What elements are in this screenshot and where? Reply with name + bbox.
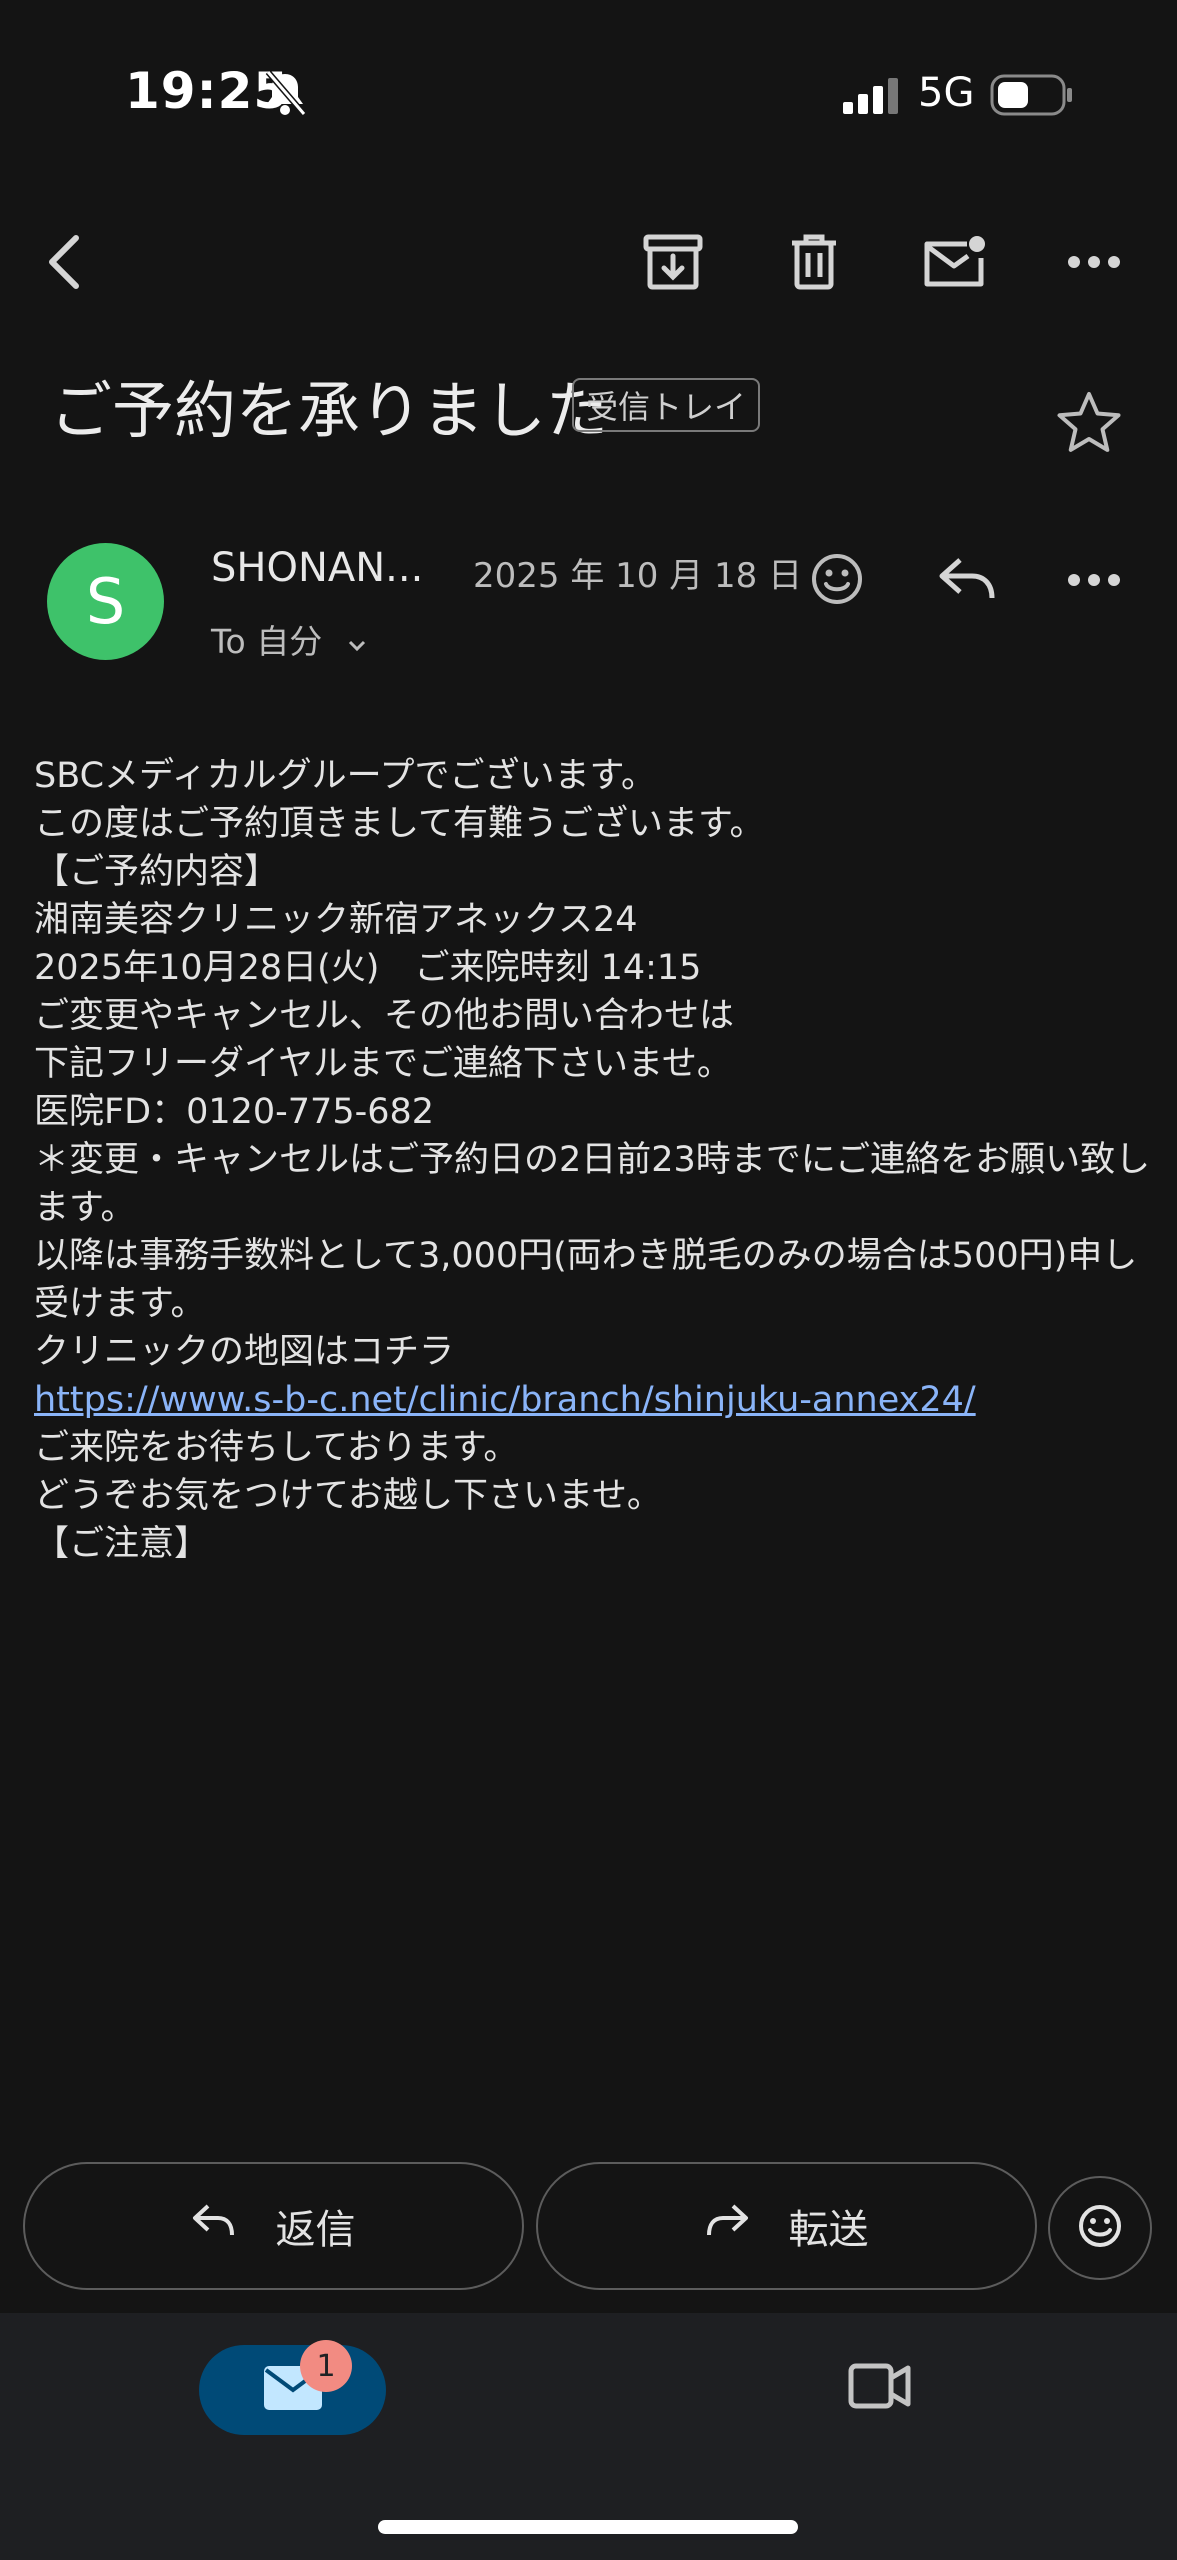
reply-button[interactable]: 返信 — [23, 2162, 524, 2290]
back-arrow-icon[interactable] — [24, 222, 104, 302]
unread-badge: 1 — [300, 2340, 352, 2392]
emoji-reaction-button[interactable] — [1048, 2176, 1152, 2280]
trash-icon[interactable] — [774, 222, 854, 302]
body-paragraph: ご変更やキャンセル、その他お問い合わせは 下記フリーダイヤルまでご連絡下さいませ… — [34, 996, 735, 1132]
forward-label: 転送 — [788, 2207, 869, 2253]
forward-arrow-icon — [705, 2203, 749, 2249]
meet-tab[interactable] — [848, 2360, 912, 2416]
chevron-down-icon — [347, 622, 367, 661]
mail-tab[interactable] — [199, 2345, 386, 2435]
star-icon[interactable] — [1056, 390, 1122, 458]
archive-icon[interactable] — [633, 222, 713, 302]
sender-name[interactable]: SHONAN... — [211, 545, 423, 591]
recipient-label: To 自分 — [211, 622, 323, 661]
smiley-icon — [1077, 2203, 1123, 2253]
body-paragraph: 【ご注意】 — [34, 1524, 210, 1564]
clinic-map-link[interactable]: https://www.s-b-c.net/clinic/branch/shin… — [34, 1380, 976, 1420]
email-date: 2025 年 10 月 18 日 — [473, 556, 803, 596]
signal-icon — [843, 78, 901, 118]
email-subject: ご予約を承りました — [50, 374, 609, 447]
forward-button[interactable]: 転送 — [536, 2162, 1037, 2290]
sender-avatar[interactable]: S — [47, 543, 164, 660]
inbox-label-chip[interactable]: 受信トレイ — [572, 378, 761, 432]
reply-label: 返信 — [275, 2207, 356, 2253]
reply-arrow-icon — [192, 2203, 236, 2249]
emoji-react-icon[interactable] — [810, 552, 864, 610]
reply-icon[interactable] — [938, 556, 996, 606]
email-body: SBCメディカルグループでございます。 この度はご予約頂きまして有難うございます… — [34, 752, 1154, 1568]
message-more-icon[interactable] — [1067, 572, 1121, 591]
more-options-icon[interactable] — [1054, 222, 1134, 302]
mark-unread-icon[interactable] — [914, 222, 994, 302]
body-paragraph: SBCメディカルグループでございます。 この度はご予約頂きまして有難うございます… — [34, 756, 765, 844]
video-camera-icon — [848, 2363, 912, 2416]
recipient-summary[interactable]: To 自分 — [211, 615, 367, 663]
body-paragraph: ご来院をお待ちしております。 どうぞお気をつけてお越し下さいませ。 — [34, 1428, 662, 1516]
body-paragraph: 【ご予約内容】 湘南美容クリニック新宿アネックス24 2025年10月28日(火… — [34, 852, 702, 988]
body-paragraph: クリニックの地図はコチラ — [34, 1332, 455, 1372]
body-paragraph: ＊変更・キャンセルはご予約日の2日前23時までにご連絡をお願い致します。 以降は… — [34, 1140, 1151, 1324]
battery-icon — [990, 74, 1074, 120]
home-indicator[interactable] — [378, 2520, 798, 2534]
bell-muted-icon — [262, 68, 308, 122]
network-label: 5G — [918, 70, 975, 116]
